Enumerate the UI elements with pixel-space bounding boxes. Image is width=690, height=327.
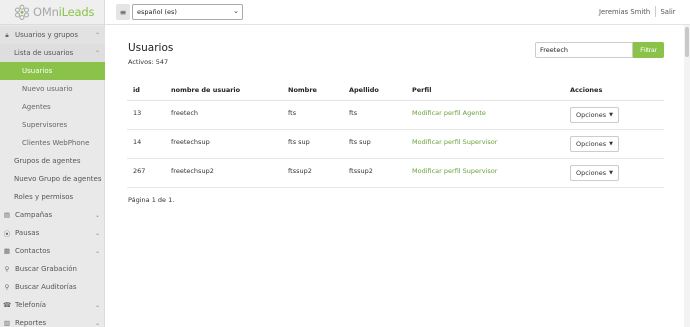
chevron-down-icon: ⌄	[233, 7, 239, 15]
pagination-info: Página 1 de 1.	[128, 196, 175, 204]
sidebar-item-usuarios[interactable]: Usuarios	[0, 62, 105, 80]
logout-link[interactable]: Salir	[656, 8, 680, 16]
options-dropdown-button[interactable]: Opciones ▼	[570, 107, 619, 123]
column-header-nombre: Nombre	[288, 86, 317, 94]
sidebar-item-agentes[interactable]: Agentes	[0, 98, 105, 116]
modify-profile-link[interactable]: Modificar perfil Supervisor	[412, 138, 497, 146]
folder-icon: ▤	[3, 211, 11, 219]
chevron-up-icon: ⌃	[94, 31, 100, 39]
cell-apellido: fts	[349, 109, 358, 117]
sidebar-item-buscar-auditorias[interactable]: ⚲ Buscar Auditorías	[0, 278, 105, 296]
sidebar-item-buscar-grabacion[interactable]: ⚲ Buscar Grabación	[0, 260, 105, 278]
cell-id: 13	[133, 109, 142, 117]
page-title: Usuarios	[128, 42, 174, 54]
caret-down-icon: ▼	[609, 170, 613, 176]
user-name-link[interactable]: Jeremias Smith	[599, 8, 650, 16]
sidebar-item-telefonia[interactable]: ☎ Telefonía ⌄	[0, 296, 105, 314]
filter-button[interactable]: Filtrar	[633, 42, 664, 58]
language-select[interactable]: español (es) ⌄	[132, 4, 243, 20]
top-bar: ≡ español (es) ⌄ Jeremias Smith Salir	[105, 0, 690, 25]
cell-id: 267	[133, 167, 146, 175]
column-header-id: id	[133, 86, 140, 94]
cell-apellido: ftssup2	[349, 167, 373, 175]
phone-icon: ☎	[3, 301, 12, 309]
active-count: Activos: 547	[128, 58, 169, 66]
sidebar-item-lista-de-usuarios[interactable]: Lista de usuarios ⌃	[0, 44, 105, 62]
sidebar-item-roles[interactable]: Roles y permisos	[0, 188, 105, 206]
cell-id: 14	[133, 138, 142, 146]
sidebar-item-contactos[interactable]: ▦ Contactos ⌄	[0, 242, 105, 260]
column-header-perfil: Perfil	[412, 86, 432, 94]
modify-profile-link[interactable]: Modificar perfil Agente	[412, 109, 486, 117]
table-header: id nombre de usuario Nombre Apellido Per…	[127, 80, 664, 101]
sidebar: OMniLeads 🔒︎ Usuarios y grupos ⌃ Lista d…	[0, 0, 105, 327]
sidebar-item-campanas[interactable]: ▤ Campañas ⌄	[0, 206, 105, 224]
chevron-down-icon: ⌄	[94, 229, 100, 237]
cell-username: freetechsup	[171, 138, 210, 146]
caret-down-icon: ▼	[609, 112, 613, 118]
cell-nombre: ftssup2	[288, 167, 312, 175]
chevron-down-icon: ⌄	[94, 301, 100, 309]
column-header-apellido: Apellido	[349, 86, 379, 94]
sidebar-item-pausas[interactable]: ⦿ Pausas ⌄	[0, 224, 105, 242]
cell-nombre: fts	[288, 109, 297, 117]
search-icon: ⚲	[4, 265, 10, 273]
chevron-down-icon: ⌄	[94, 319, 100, 327]
sidebar-item-reportes[interactable]: ▥ Reportes ⌄	[0, 314, 105, 327]
pause-icon: ⦿	[3, 230, 11, 238]
lock-icon: 🔒︎	[5, 30, 9, 39]
chevron-down-icon: ⌄	[94, 247, 100, 255]
search-input[interactable]	[535, 42, 633, 58]
sidebar-item-grupos-de-agentes[interactable]: Grupos de agentes	[0, 152, 105, 170]
table-row: 267 freetechsup2 ftssup2 ftssup2 Modific…	[127, 159, 664, 188]
column-header-username: nombre de usuario	[171, 86, 241, 94]
brand-logo[interactable]: OMniLeads	[0, 0, 104, 25]
logo-icon	[15, 4, 29, 20]
chart-icon: ▥	[3, 319, 11, 327]
column-header-acciones: Acciones	[570, 86, 603, 94]
table-row: 13 freetech fts fts Modificar perfil Age…	[127, 101, 664, 130]
search-icon: ⚲	[4, 283, 10, 291]
hamburger-icon[interactable]: ≡	[116, 4, 130, 20]
sidebar-item-supervisores[interactable]: Supervisores	[0, 116, 105, 134]
brand-name: OMniLeads	[33, 5, 95, 19]
cell-username: freetech	[171, 109, 199, 117]
scrollbar-thumb[interactable]	[685, 27, 689, 57]
sidebar-item-usuarios-y-grupos[interactable]: 🔒︎ Usuarios y grupos ⌃	[0, 26, 105, 44]
options-dropdown-button[interactable]: Opciones ▼	[570, 136, 619, 152]
address-book-icon: ▦	[3, 247, 11, 255]
table-row: 14 freetechsup fts sup fts sup Modificar…	[127, 130, 664, 159]
chevron-down-icon: ⌄	[94, 211, 100, 219]
modify-profile-link[interactable]: Modificar perfil Supervisor	[412, 167, 497, 175]
options-dropdown-button[interactable]: Opciones ▼	[570, 165, 619, 181]
chevron-up-icon: ⌃	[94, 49, 100, 57]
sidebar-item-nuevo-usuario[interactable]: Nuevo usuario	[0, 80, 105, 98]
cell-username: freetechsup2	[171, 167, 214, 175]
caret-down-icon: ▼	[609, 141, 613, 147]
cell-nombre: fts sup	[288, 138, 310, 146]
sidebar-item-nuevo-grupo[interactable]: Nuevo Grupo de agentes	[0, 170, 105, 188]
sidebar-item-clientes-webphone[interactable]: Clientes WebPhone	[0, 134, 105, 152]
scrollbar[interactable]	[684, 25, 690, 327]
cell-apellido: fts sup	[349, 138, 371, 146]
